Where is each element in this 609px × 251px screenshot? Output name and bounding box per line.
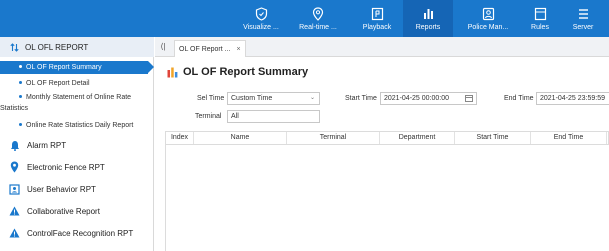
sel-time-value: Custom Time <box>231 95 273 102</box>
nav-visualize[interactable]: Visualize ... <box>236 0 286 37</box>
rules-icon <box>534 7 546 21</box>
police-badge-icon <box>482 7 494 21</box>
nav-reports[interactable]: Reports <box>403 0 453 37</box>
sidebar-item-label: Alarm RPT <box>27 140 67 150</box>
table-body <box>165 145 609 251</box>
start-time-label: Start Time <box>345 95 377 102</box>
nav-police-management[interactable]: Police Man... <box>461 0 515 37</box>
alarm-icon <box>10 140 19 151</box>
nav-reports-label: Reports <box>415 24 441 31</box>
nav-realtime[interactable]: Real-time ... <box>291 0 345 37</box>
tab-label: OL OF Report ... <box>179 45 231 53</box>
sidebar-item-label: Collaborative Report <box>27 206 100 216</box>
terminal-input[interactable]: All <box>227 110 320 123</box>
bullet-icon <box>19 81 22 85</box>
terminal-value: All <box>231 113 239 120</box>
tab-strip: ⟨| OL OF Report ... × <box>155 37 609 57</box>
user-behavior-icon <box>9 183 20 195</box>
sidebar-item-controlface-recognition-rpt[interactable]: ControlFace Recognition RPT <box>0 222 154 244</box>
sidebar-item-label: Electronic Fence RPT <box>27 162 105 172</box>
terminal-label: Terminal <box>195 113 222 120</box>
nav-police-management-label: Police Man... <box>467 24 509 31</box>
nav-realtime-label: Real-time ... <box>299 24 337 31</box>
warning-icon <box>9 206 20 216</box>
nav-server[interactable]: Server <box>565 0 601 37</box>
sidebar-item-electronic-fence-rpt[interactable]: Electronic Fence RPT <box>0 156 154 178</box>
sidebar-item-label: Online Rate Statistics Daily Report <box>26 122 134 129</box>
bullet-icon <box>19 95 22 99</box>
page-title-row: OL OF Report Summary <box>167 66 308 78</box>
nav-playback[interactable]: Playback <box>352 0 402 37</box>
warning-icon <box>9 228 20 238</box>
table-header: Index Name Terminal Department Start Tim… <box>165 131 609 145</box>
sel-time-label: Sel Time <box>197 95 225 102</box>
sidebar-header-label: OL OFL REPORT <box>25 42 89 52</box>
sidebar: OL OFL REPORT OL OF Report Summary OL OF… <box>0 37 154 251</box>
column-header-name[interactable]: Name <box>194 132 287 144</box>
close-icon[interactable]: × <box>236 46 240 53</box>
sidebar-item-user-behavior-rpt[interactable]: User Behavior RPT <box>0 178 154 200</box>
server-icon <box>578 9 588 19</box>
column-header-department[interactable]: Department <box>380 132 455 144</box>
location-pin-icon <box>10 161 19 173</box>
bar-chart-icon <box>423 9 433 19</box>
sidebar-item-online-rate-daily[interactable]: Online Rate Statistics Daily Report <box>0 122 133 129</box>
main-content: OL OF Report Summary Sel Time Custom Tim… <box>155 58 609 251</box>
map-pin-icon <box>312 7 324 21</box>
sidebar-item-alarm-rpt[interactable]: Alarm RPT <box>0 134 154 156</box>
column-header-index[interactable]: Index <box>166 132 194 144</box>
nav-playback-label: Playback <box>362 24 392 31</box>
sidebar-item-label: Statistics <box>0 105 29 112</box>
sidebar-header[interactable]: OL OFL REPORT <box>0 37 154 57</box>
page-title: OL OF Report Summary <box>183 66 309 78</box>
sidebar-item-ol-of-report-detail[interactable]: OL OF Report Detail <box>0 80 90 87</box>
end-time-value: 2021-04-25 23:59:59 <box>540 95 605 102</box>
sidebar-item-label: User Behavior RPT <box>27 184 96 194</box>
sidebar-item-collaborative-report[interactable]: Collaborative Report <box>0 200 154 222</box>
nav-rules-label: Rules <box>531 24 549 31</box>
tab-ol-of-report[interactable]: OL OF Report ... × <box>174 40 246 57</box>
collapse-sidebar-button[interactable]: ⟨| <box>157 41 169 52</box>
sidebar-item-label: Monthly Statement of Online Rate <box>26 94 132 101</box>
end-time-input[interactable]: 2021-04-25 23:59:59 <box>536 92 609 105</box>
sidebar-item-label: OL OF Report Detail <box>26 80 90 87</box>
nav-server-label: Server <box>572 24 594 31</box>
bullet-icon <box>19 65 22 69</box>
column-header-start-time[interactable]: Start Time <box>455 132 531 144</box>
sidebar-item-label: OL OF Report Summary <box>26 64 102 71</box>
start-time-input[interactable]: 2021-04-25 00:00:00 <box>380 92 477 105</box>
bullet-icon <box>19 123 22 127</box>
end-time-label: End Time <box>504 95 534 102</box>
sidebar-item-ol-of-report-summary[interactable]: OL OF Report Summary <box>0 61 154 74</box>
column-header-end-time[interactable]: End Time <box>531 132 607 144</box>
start-time-value: 2021-04-25 00:00:00 <box>384 95 449 102</box>
top-nav-bar: Visualize ... Real-time ... Playback Rep… <box>0 0 609 37</box>
playback-icon <box>371 7 383 21</box>
sidebar-item-monthly-online-rate-cont[interactable]: Statistics <box>0 105 28 112</box>
column-header-terminal[interactable]: Terminal <box>287 132 380 144</box>
nav-rules[interactable]: Rules <box>522 0 558 37</box>
calendar-icon[interactable] <box>465 95 473 102</box>
report-chart-icon <box>167 67 178 77</box>
chevron-down-icon: ⌄ <box>309 95 315 101</box>
shield-icon <box>255 7 267 21</box>
nav-visualize-label: Visualize ... <box>243 24 279 31</box>
sidebar-item-monthly-online-rate[interactable]: Monthly Statement of Online Rate <box>0 94 131 101</box>
sidebar-item-label: ControlFace Recognition RPT <box>27 228 134 238</box>
sort-arrows-icon <box>10 42 19 52</box>
sel-time-select[interactable]: Custom Time ⌄ <box>227 92 320 105</box>
